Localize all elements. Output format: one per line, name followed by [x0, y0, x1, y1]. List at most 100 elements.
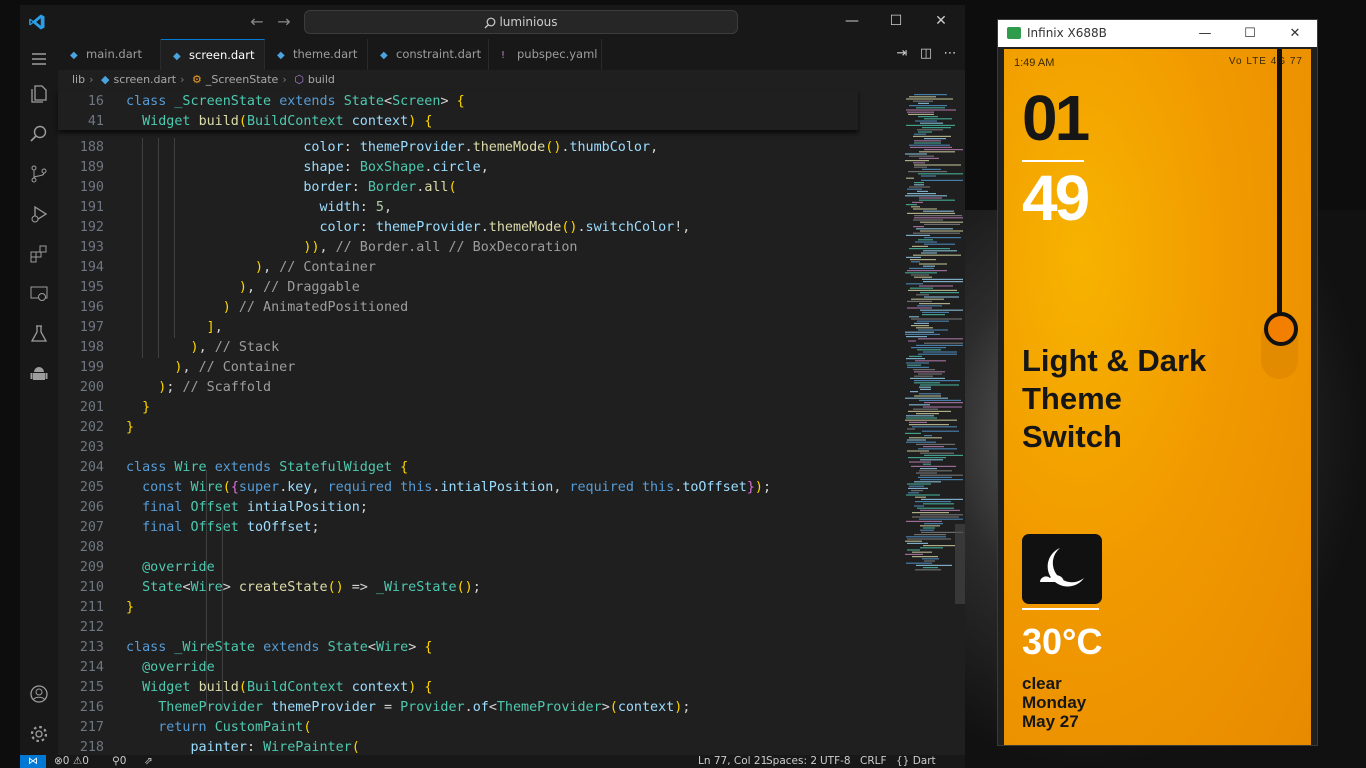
scrollbar[interactable] — [955, 524, 965, 604]
minimap-line — [911, 274, 929, 276]
minimap-line — [920, 525, 940, 527]
code-text: ); // Scaffold — [158, 380, 272, 395]
tab-theme-dart[interactable]: ◆ theme.dart — [265, 39, 368, 70]
vscode-window: ← → luminious — ☐ ✕ ◆ main.dart ◆ screen.d… — [20, 5, 965, 768]
search-icon — [484, 17, 496, 28]
maximize-button[interactable]: ☐ — [1239, 20, 1261, 47]
minimap-line — [920, 479, 963, 481]
line-number: 211 — [79, 600, 104, 615]
cursor-position[interactable]: Ln 77, Col 21 — [698, 755, 767, 768]
breadcrumb-item[interactable]: build — [308, 73, 335, 86]
tab-constraint-dart[interactable]: ◆ constraint.dart — [368, 39, 489, 70]
menu-icon[interactable] — [29, 49, 49, 69]
code-editor[interactable]: 16 class _ScreenState extends State<Scree… — [58, 90, 965, 755]
remote-indicator-icon[interactable]: ⋈ — [20, 755, 46, 768]
minimap-line — [907, 439, 926, 441]
extensions-icon[interactable] — [29, 244, 49, 264]
minimap-line — [906, 494, 940, 496]
minimap-line — [905, 419, 957, 421]
minimap-line — [907, 366, 929, 368]
problems-indicator[interactable]: ⊗0 ⚠0 — [54, 755, 89, 768]
status-bar: ⋈ ⊗0 ⚠0 ⚲0 ⇗ Ln 77, Col 21 Spaces: 2 UTF… — [20, 755, 965, 768]
minimap-line — [916, 327, 933, 329]
search-icon[interactable] — [29, 124, 49, 144]
minimap-line — [920, 452, 954, 454]
source-control-icon[interactable] — [29, 164, 49, 184]
more-actions-icon[interactable]: ⋯ — [942, 46, 958, 62]
explorer-icon[interactable] — [29, 84, 49, 104]
accounts-icon[interactable] — [29, 684, 49, 704]
tab-label: pubspec.yaml — [517, 47, 598, 61]
tab-screen-dart[interactable]: ◆screen.dart✕ — [161, 39, 265, 94]
heading-line: Switch — [1022, 419, 1122, 454]
breadcrumb-item[interactable]: _ScreenState — [206, 73, 278, 86]
back-arrow-icon[interactable]: ← — [248, 13, 266, 31]
minimap-line — [916, 344, 963, 346]
remote-explorer-icon[interactable] — [29, 284, 49, 304]
code-text: ), // Stack — [190, 340, 280, 355]
code-line: 192 color: themeProvider.themeMode().swi… — [58, 218, 858, 238]
theme-toggle-button[interactable] — [1022, 534, 1102, 604]
minimize-button[interactable]: — — [842, 11, 862, 31]
command-center-search[interactable]: luminious — [304, 10, 738, 34]
minimap-line — [911, 325, 929, 327]
minimap-line — [918, 476, 952, 478]
minimap[interactable] — [903, 90, 963, 590]
emulator-title: Infinix X688B — [1027, 26, 1107, 40]
android-icon[interactable] — [29, 364, 49, 384]
minimap-line — [905, 540, 922, 542]
tab-label: main.dart — [86, 47, 142, 61]
indentation-indicator[interactable]: Spaces: 2 — [766, 755, 817, 768]
breadcrumb-item[interactable]: lib — [72, 73, 85, 86]
close-button[interactable]: ✕ — [931, 11, 951, 31]
code-line: 190 border: Border.all( — [58, 178, 858, 198]
tab-main-dart[interactable]: ◆ main.dart — [58, 39, 161, 70]
minimize-button[interactable]: — — [1194, 20, 1216, 47]
class-symbol-icon: ⚙ — [192, 73, 202, 86]
breadcrumb-item[interactable]: screen.dart — [113, 73, 176, 86]
encoding-indicator[interactable]: UTF-8 — [820, 755, 851, 768]
code-line: 214 @override — [58, 658, 858, 678]
phone-screen: 1:49 AM Vo LTE 4G 77 01 49 Light & Dark … — [1004, 49, 1311, 745]
ports-indicator[interactable]: ⚲0 — [112, 755, 126, 768]
split-editor-icon[interactable]: ◫ — [918, 46, 934, 62]
sticky-scroll[interactable]: 16 class _ScreenState extends State<Scree… — [58, 90, 858, 130]
minimap-line — [914, 505, 924, 507]
minimap-line — [923, 406, 962, 408]
forward-arrow-icon[interactable]: → — [275, 13, 293, 31]
maximize-button[interactable]: ☐ — [886, 11, 906, 31]
run-debug-icon[interactable] — [29, 204, 49, 224]
minimap-line — [914, 534, 946, 536]
weekday: Monday — [1022, 693, 1087, 712]
minimap-line — [906, 417, 937, 419]
close-button[interactable]: ✕ — [1284, 20, 1306, 47]
code-text: } — [126, 420, 135, 435]
page-heading: Light & Dark Theme Switch — [1022, 342, 1206, 456]
minimap-line — [906, 536, 946, 538]
language-mode[interactable]: {} Dart — [896, 755, 936, 768]
minimap-line — [913, 408, 938, 410]
minimap-line — [924, 523, 943, 525]
line-number: 217 — [79, 720, 104, 735]
testing-icon[interactable] — [29, 324, 49, 344]
settings-gear-icon[interactable] — [29, 724, 49, 744]
minimap-line — [923, 210, 954, 212]
eol-indicator[interactable]: CRLF — [860, 755, 887, 768]
line-number: 206 — [79, 500, 104, 515]
minimap-line — [920, 122, 943, 124]
minimap-line — [913, 162, 925, 164]
indent-guide — [206, 470, 207, 710]
minimap-line — [909, 424, 949, 426]
switch-knob[interactable] — [1264, 312, 1298, 346]
minimap-line — [916, 228, 953, 230]
code-text: color: themeProvider.themeMode().switchC… — [319, 220, 691, 235]
code-text: class _WireState extends State<Wire> { — [126, 640, 433, 655]
minimap-line — [907, 300, 932, 302]
line-number: 212 — [79, 620, 104, 635]
minimap-line — [919, 285, 953, 287]
minimap-line — [908, 113, 934, 115]
live-share-icon[interactable]: ⇗ — [144, 755, 153, 768]
tab-pubspec-yaml[interactable]: ! pubspec.yaml — [489, 39, 602, 70]
run-icon[interactable]: ⇥ — [894, 46, 910, 62]
indent-guide — [142, 138, 143, 358]
